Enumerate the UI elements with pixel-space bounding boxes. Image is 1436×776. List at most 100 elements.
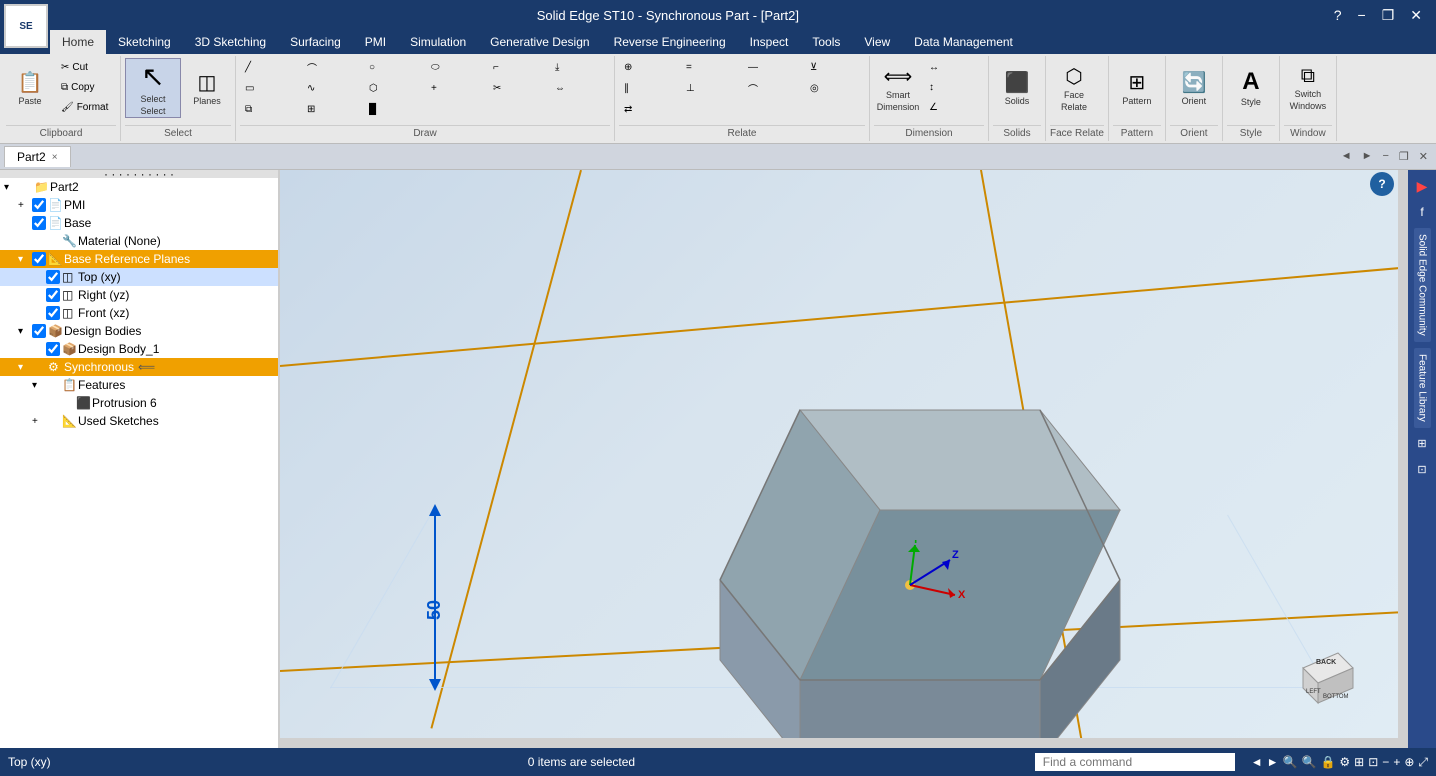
vert-dim-btn[interactable]: ↕	[924, 78, 984, 97]
tree-check-designBodies[interactable]	[32, 324, 46, 338]
horiz-dim-btn[interactable]: ↔	[924, 58, 984, 77]
tree-check-designBody1[interactable]	[46, 342, 60, 356]
navigate-back-icon[interactable]: ◄	[1251, 755, 1263, 769]
orient-button[interactable]: 🔄 Orient	[1170, 58, 1218, 118]
expand-icon[interactable]: ⊞	[1354, 755, 1364, 769]
help-icon[interactable]: ?	[1370, 172, 1394, 196]
arc-btn[interactable]: ⌒	[302, 58, 362, 77]
status-icon4[interactable]: +	[1393, 755, 1400, 769]
spline-btn[interactable]: ∿	[302, 79, 362, 98]
ribbon-tab-home[interactable]: Home	[50, 30, 106, 54]
equal2-btn[interactable]: —	[743, 58, 803, 77]
tangent-btn[interactable]: ⌒	[743, 79, 803, 98]
style-button[interactable]: A Style	[1227, 58, 1275, 118]
facebook-icon[interactable]: f	[1410, 200, 1434, 224]
ribbon-tab-generative-design[interactable]: Generative Design	[478, 30, 601, 54]
face-relate-button[interactable]: ⬡ Face Relate	[1050, 58, 1098, 118]
tree-item-usedSketches[interactable]: +📐Used Sketches	[0, 412, 278, 430]
3d-viewport[interactable]: 50 X Y Z	[280, 170, 1408, 748]
planes-button[interactable]: ◫ Planes	[183, 58, 231, 118]
line-btn[interactable]: ╱	[240, 58, 300, 77]
title-controls[interactable]: ? − ❐ ✕	[1328, 7, 1428, 24]
smart-dimension-button[interactable]: ⟺ Smart Dimension	[874, 58, 922, 118]
parallel-btn[interactable]: ∥	[619, 79, 679, 98]
switch-windows-button[interactable]: ⧉ Switch Windows	[1284, 58, 1332, 118]
doc-restore-btn[interactable]: ❐	[1395, 148, 1413, 165]
concentric-btn[interactable]: ◎	[805, 79, 865, 98]
tree-check-top[interactable]	[46, 270, 60, 284]
angular-dim-btn[interactable]: ∠	[924, 98, 984, 117]
cut-button[interactable]: ✂ Cut	[56, 58, 116, 77]
ribbon-tab-simulation[interactable]: Simulation	[398, 30, 478, 54]
construction-btn[interactable]: ⊞	[302, 100, 362, 119]
tree-expand-designBodies[interactable]: ▾	[18, 326, 32, 337]
lock-icon[interactable]: 🔒	[1320, 755, 1335, 769]
app-restore-btn[interactable]: ❐	[1376, 7, 1401, 24]
ribbon-tab-view[interactable]: View	[852, 30, 902, 54]
ribbon-tab-sketching[interactable]: Sketching	[106, 30, 183, 54]
format-button[interactable]: 🖌 Format	[56, 98, 116, 117]
tree-item-protrusion6[interactable]: ⬛Protrusion 6	[0, 394, 278, 412]
copy-button[interactable]: ⧉ Copy	[56, 78, 116, 97]
status-icon3[interactable]: −	[1382, 755, 1389, 769]
midpoint-btn[interactable]: ⊻	[805, 58, 865, 77]
doc-nav-next[interactable]: ►	[1358, 148, 1377, 165]
tree-item-right[interactable]: ◫Right (yz)	[0, 286, 278, 304]
tree-item-baseRefPlanes[interactable]: ▾📐Base Reference Planes	[0, 250, 278, 268]
tree-check-baseRefPlanes[interactable]	[32, 252, 46, 266]
tree-item-synchronous[interactable]: ▾⚙Synchronous⟸	[0, 358, 278, 376]
status-icon5[interactable]: ⊕	[1404, 755, 1414, 769]
tree-expand-baseRefPlanes[interactable]: ▾	[18, 254, 32, 265]
feature-library-tab[interactable]: Feature Library	[1414, 348, 1431, 428]
fillregion-btn[interactable]: █	[364, 100, 424, 119]
tree-item-designBodies[interactable]: ▾📦Design Bodies	[0, 322, 278, 340]
tree-item-designBody1[interactable]: 📦Design Body_1	[0, 340, 278, 358]
doc-nav-prev[interactable]: ◄	[1337, 148, 1356, 165]
from-edges-btn[interactable]: ⧉	[240, 100, 300, 119]
tree-expand-features[interactable]: ▾	[32, 380, 46, 391]
pattern-button[interactable]: ⊞ Pattern	[1113, 58, 1161, 118]
nav-cube[interactable]: BACK LEFT BOTTOM	[1288, 638, 1368, 718]
tree-expand-usedSketches[interactable]: +	[32, 416, 46, 427]
perp-btn[interactable]: ⊥	[681, 79, 741, 98]
select-button[interactable]: ↖ Select Select	[125, 58, 181, 118]
scrollbar-horizontal[interactable]	[280, 738, 1408, 748]
ribbon-tab-3d-sketching[interactable]: 3D Sketching	[183, 30, 278, 54]
polygon-btn[interactable]: ⬡	[364, 79, 424, 98]
equal-btn[interactable]: =	[681, 58, 741, 77]
paste-button[interactable]: 📋 Paste	[6, 58, 54, 118]
offset-btn[interactable]: ⤓	[550, 58, 610, 77]
fillet-btn[interactable]: ⌐	[488, 58, 548, 77]
tree-check-front[interactable]	[46, 306, 60, 320]
command-search-input[interactable]	[1035, 753, 1235, 771]
settings-icon[interactable]: ⚙	[1339, 755, 1350, 769]
rect-btn[interactable]: ▭	[240, 79, 300, 98]
tree-handle[interactable]: · · · · · · · · · ·	[0, 170, 278, 178]
tree-check-base[interactable]	[32, 216, 46, 230]
tree-item-base[interactable]: 📄Base	[0, 214, 278, 232]
ellipse-btn[interactable]: ⬭	[426, 58, 486, 77]
mirror-btn[interactable]: ⇔	[550, 79, 610, 98]
ribbon-tab-inspect[interactable]: Inspect	[738, 30, 801, 54]
sym-btn[interactable]: ⇄	[619, 100, 679, 119]
zoom-icon[interactable]: 🔍	[1302, 755, 1317, 769]
tree-expand-pmi[interactable]: +	[18, 200, 32, 211]
trim-btn[interactable]: ✂	[488, 79, 548, 98]
circle-btn[interactable]: ○	[364, 58, 424, 77]
tree-expand-part2[interactable]: ▾	[4, 182, 18, 193]
ribbon-tab-data-management[interactable]: Data Management	[902, 30, 1025, 54]
sidebar-icon2[interactable]: ⊡	[1410, 458, 1434, 482]
tree-item-features[interactable]: ▾📋Features	[0, 376, 278, 394]
ribbon-tab-tools[interactable]: Tools	[800, 30, 852, 54]
app-close-btn[interactable]: ✕	[1404, 7, 1428, 24]
app-help-icon[interactable]: ?	[1328, 7, 1348, 24]
doc-tab-close-btn[interactable]: ×	[52, 152, 58, 163]
doc-close-btn[interactable]: ✕	[1415, 148, 1432, 165]
sidebar-icon1[interactable]: ⊞	[1410, 432, 1434, 456]
app-minimize-btn[interactable]: −	[1352, 7, 1372, 24]
scrollbar-vertical[interactable]	[1398, 170, 1408, 738]
doc-tab-part2[interactable]: Part2 ×	[4, 146, 71, 167]
navigate-forward-icon[interactable]: ►	[1267, 755, 1279, 769]
tree-item-top[interactable]: ◫Top (xy)	[0, 268, 278, 286]
ribbon-tab-pmi[interactable]: PMI	[353, 30, 398, 54]
